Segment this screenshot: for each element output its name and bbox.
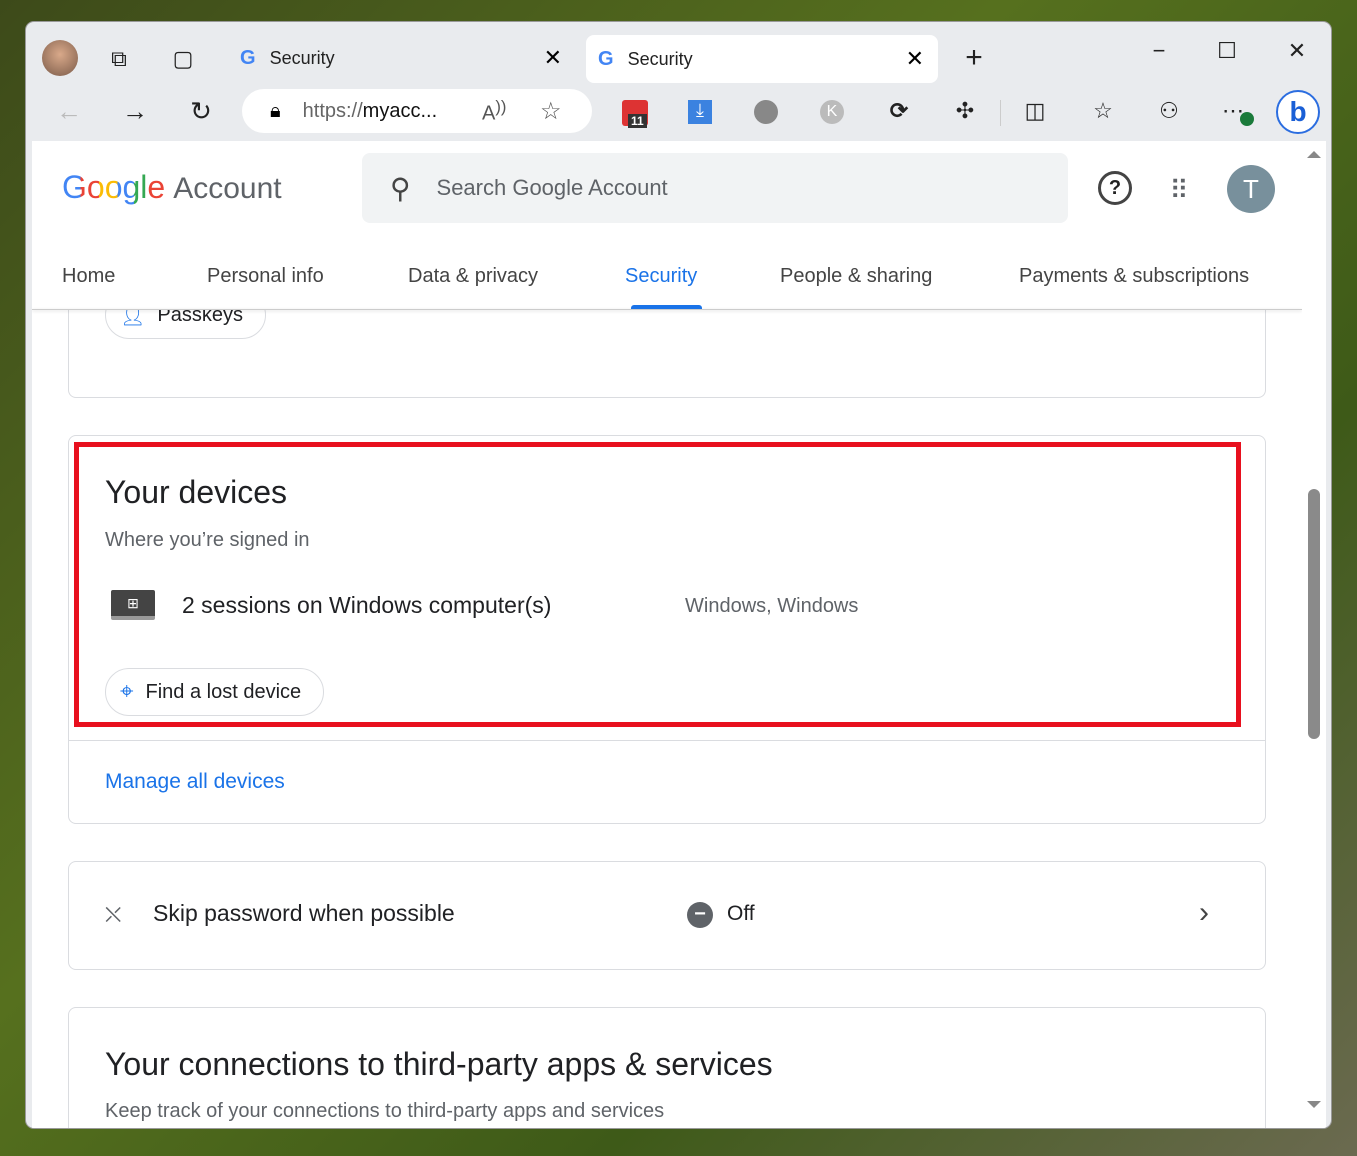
- search-bar[interactable]: ⚲ Search Google Account: [362, 153, 1068, 223]
- web-page: 👤︎ Passkeys Google Account ⚲ Search Goog…: [32, 141, 1302, 1128]
- update-badge-icon: [1240, 112, 1254, 126]
- maximize-button[interactable]: ☐: [1212, 36, 1242, 66]
- skip-password-label: Skip password when possible: [153, 900, 455, 926]
- tab-personal-info[interactable]: Personal info: [207, 265, 324, 288]
- tab-title: Security: [627, 48, 693, 69]
- extension-k-icon[interactable]: K: [820, 100, 844, 124]
- chevron-right-icon: ›: [1199, 896, 1209, 929]
- address-bar[interactable]: 🔒︎ https://myacc... A)) ☆: [242, 89, 592, 133]
- new-tab-button[interactable]: +: [958, 41, 990, 74]
- read-aloud-icon[interactable]: A)): [482, 97, 506, 126]
- search-icon: ⚲: [390, 172, 411, 204]
- tab-inactive[interactable]: G Security ✕: [226, 34, 574, 82]
- third-party-subtitle: Keep track of your connections to third-…: [105, 1100, 665, 1122]
- account-avatar[interactable]: T: [1227, 165, 1275, 213]
- favorites-icon[interactable]: ☆: [1088, 96, 1118, 126]
- header-divider: [32, 309, 1302, 310]
- workspaces-icon[interactable]: ⧉: [104, 44, 134, 74]
- split-screen-icon[interactable]: ◫: [1020, 96, 1050, 126]
- forward-button[interactable]: →: [118, 94, 152, 128]
- tab-security[interactable]: Security: [625, 265, 697, 288]
- feedback-icon[interactable]: ⚇: [1154, 96, 1184, 126]
- extension-calendar-icon[interactable]: 11: [622, 100, 648, 128]
- lock-icon: 🔒︎: [270, 99, 281, 122]
- scroll-down-arrow[interactable]: [1307, 1101, 1321, 1108]
- third-party-card: Your connections to third-party apps & s…: [68, 1007, 1266, 1128]
- url-host: myacc...: [362, 99, 438, 122]
- skip-password-icon: ⛌: [105, 902, 122, 927]
- browser-window: ⧉ ▢ G Security ✕ G Security ✕ + − ☐ ✕ ← …: [26, 22, 1331, 1128]
- url-prefix: https://: [302, 99, 363, 122]
- google-account-logo[interactable]: Google Account: [62, 169, 282, 206]
- tab-active[interactable]: G Security ✕: [586, 35, 938, 83]
- close-tab-icon[interactable]: ✕: [544, 45, 562, 71]
- extension-badge: 11: [628, 114, 647, 128]
- close-window-button[interactable]: ✕: [1282, 36, 1312, 66]
- google-favicon: G: [240, 46, 256, 69]
- tab-payments[interactable]: Payments & subscriptions: [1019, 265, 1249, 288]
- scroll-up-arrow[interactable]: [1307, 151, 1321, 158]
- refresh-button[interactable]: ↻: [184, 94, 218, 128]
- card-divider: [69, 740, 1265, 741]
- sync-extension-icon[interactable]: ⟳: [884, 96, 914, 126]
- manage-all-devices-link[interactable]: Manage all devices: [105, 770, 285, 794]
- google-logo-text: Google: [62, 169, 166, 205]
- toolbar-divider: [1000, 100, 1001, 126]
- account-logo-text: Account: [173, 172, 282, 205]
- scrollbar[interactable]: [1302, 141, 1326, 1128]
- scrollbar-thumb[interactable]: [1308, 489, 1320, 739]
- close-tab-icon[interactable]: ✕: [906, 46, 924, 72]
- third-party-title: Your connections to third-party apps & s…: [105, 1046, 773, 1082]
- skip-password-card[interactable]: ⛌ Skip password when possible − Off ›: [68, 861, 1266, 970]
- google-favicon: G: [598, 47, 614, 70]
- skip-password-status: Off: [727, 902, 755, 925]
- extension-ad-icon[interactable]: [754, 100, 778, 124]
- search-input[interactable]: Search Google Account: [437, 175, 668, 201]
- tab-home[interactable]: Home: [62, 265, 115, 288]
- vertical-tabs-icon[interactable]: ▢: [168, 44, 198, 74]
- extensions-puzzle-icon[interactable]: ✣: [950, 96, 980, 126]
- apps-grid-icon[interactable]: ⠿: [1162, 173, 1196, 207]
- minimize-button[interactable]: −: [1144, 36, 1174, 66]
- tab-people-sharing[interactable]: People & sharing: [780, 265, 932, 288]
- active-tab-indicator: [631, 305, 702, 309]
- bing-copilot-icon[interactable]: b: [1276, 90, 1320, 134]
- off-status-icon: −: [687, 902, 713, 928]
- highlight-box: [74, 442, 1241, 727]
- tab-title: Security: [269, 47, 335, 68]
- extension-download-icon[interactable]: ⤓: [688, 100, 712, 124]
- favorite-star-icon[interactable]: ☆: [540, 97, 562, 126]
- tab-data-privacy[interactable]: Data & privacy: [408, 265, 538, 288]
- profile-avatar[interactable]: [42, 40, 78, 76]
- back-button[interactable]: ←: [52, 94, 86, 128]
- help-icon[interactable]: ?: [1098, 171, 1132, 205]
